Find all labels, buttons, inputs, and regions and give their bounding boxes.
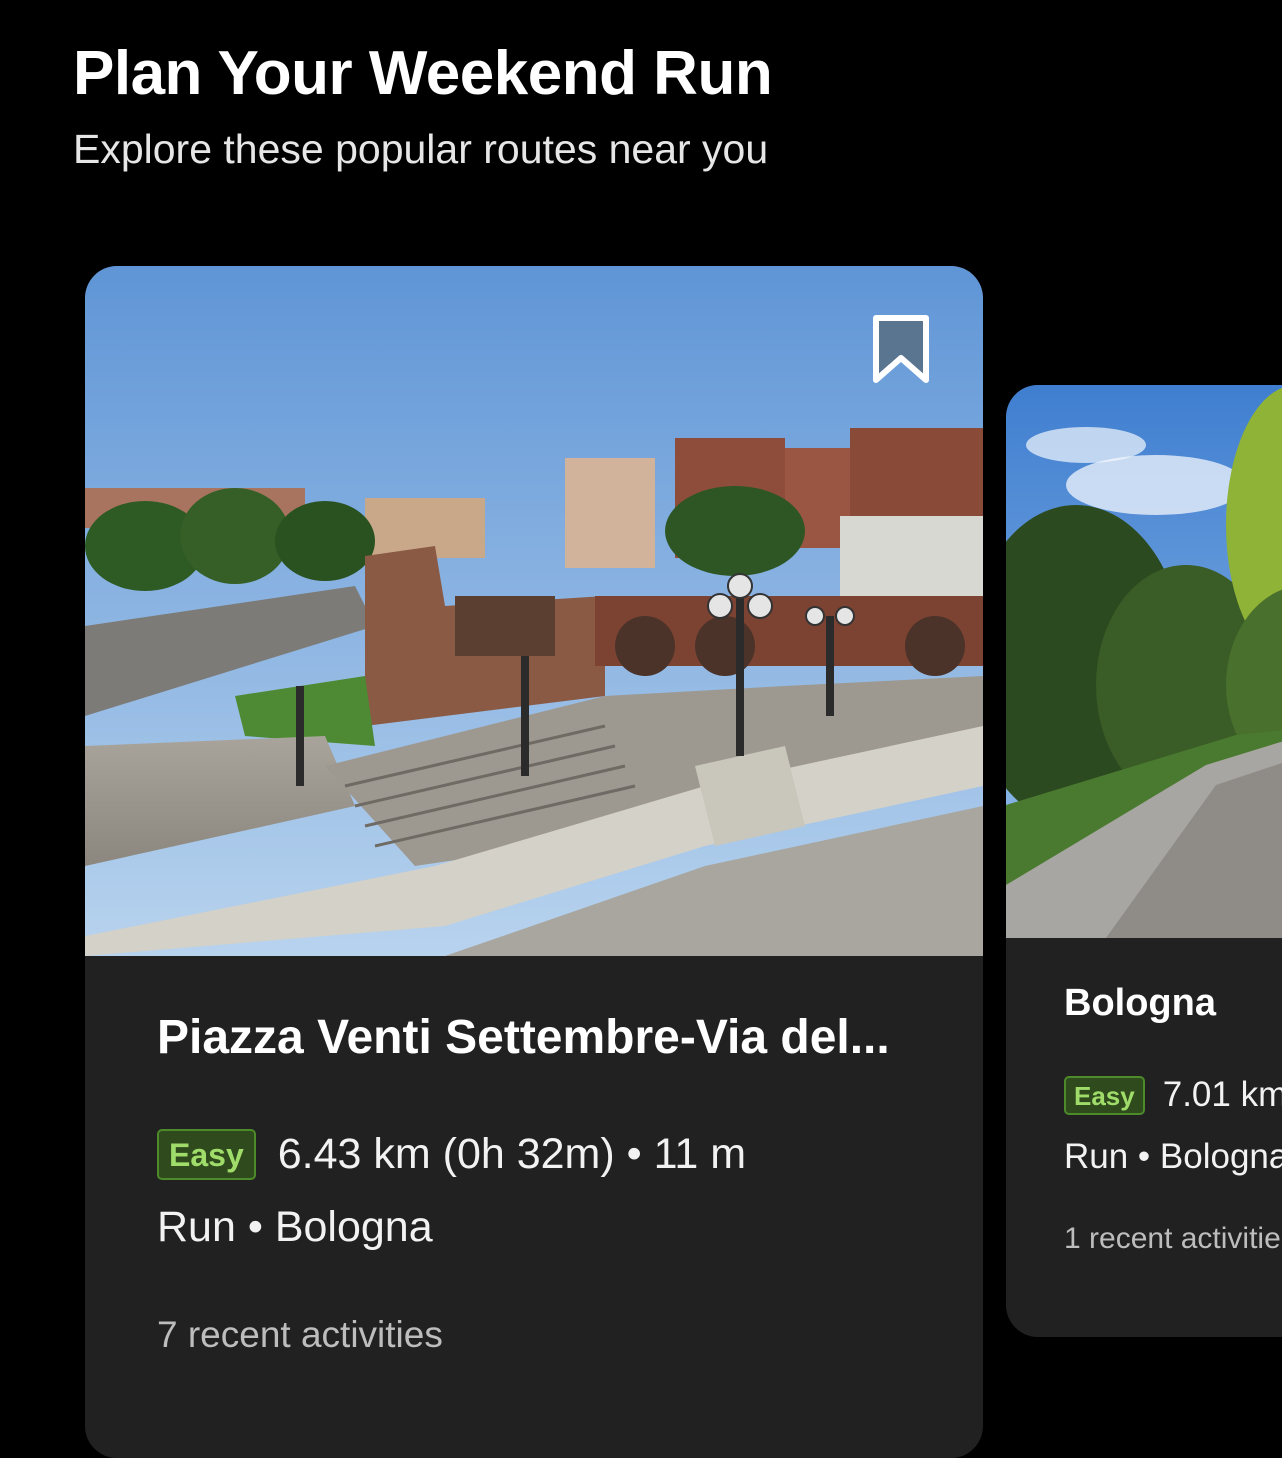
route-title: Piazza Venti Settembre-Via del... bbox=[157, 1011, 890, 1064]
route-photo bbox=[1006, 385, 1282, 938]
recent-activities: 1 recent activitie bbox=[1064, 1222, 1281, 1255]
difficulty-badge: Easy bbox=[1064, 1075, 1145, 1115]
route-title: Bologna bbox=[1064, 982, 1216, 1024]
screen: Plan Your Weekend Run Explore these popu… bbox=[0, 0, 1282, 1458]
route-photo bbox=[85, 266, 983, 956]
route-type-location: Run • Bologna bbox=[1064, 1137, 1282, 1176]
route-card[interactable]: Piazza Venti Settembre-Via del... Easy 6… bbox=[85, 266, 983, 1458]
page-subtitle: Explore these popular routes near you bbox=[73, 126, 769, 172]
page-title: Plan Your Weekend Run bbox=[73, 39, 773, 108]
route-stats: 6.43 km (0h 32m) • 11 m bbox=[277, 1130, 747, 1178]
bookmark-icon[interactable] bbox=[871, 314, 931, 386]
route-type-location: Run • Bologna bbox=[157, 1203, 433, 1251]
route-stats: 7.01 km bbox=[1162, 1075, 1282, 1114]
route-card[interactable]: Bologna Easy 7.01 km Run • Bologna 1 rec… bbox=[1006, 385, 1282, 1337]
difficulty-badge: Easy bbox=[157, 1129, 256, 1180]
route-stats-row: Easy 7.01 km bbox=[1064, 1075, 1282, 1115]
recent-activities: 7 recent activities bbox=[157, 1314, 443, 1355]
route-stats-row: Easy 6.43 km (0h 32m) • 11 m bbox=[157, 1129, 746, 1180]
